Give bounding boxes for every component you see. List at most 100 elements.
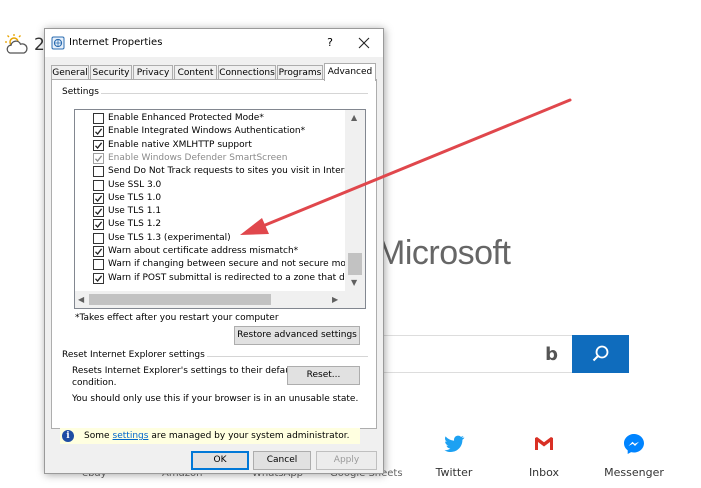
checkmark-icon [95, 248, 103, 255]
scroll-up-icon[interactable]: ▲ [351, 113, 357, 123]
group-divider [60, 93, 368, 94]
settings-list[interactable]: Enable Enhanced Protected Mode* Enable In… [74, 109, 366, 309]
scroll-down-icon[interactable]: ▼ [351, 278, 357, 288]
settings-group-label: Settings [60, 87, 101, 97]
scroll-right-icon[interactable]: ▶ [332, 295, 338, 305]
shortcut-inbox[interactable]: Inbox [509, 432, 579, 479]
settings-list-item[interactable]: Warn if POST submittal is redirected to … [93, 272, 345, 285]
checkbox-checked[interactable] [93, 152, 104, 164]
settings-item-label: Warn if POST submittal is redirected to … [108, 272, 345, 283]
shortcut-messenger[interactable]: Messenger [599, 432, 669, 479]
tab-connections[interactable]: Connections [218, 65, 276, 80]
settings-list-item[interactable]: Use TLS 1.3 (experimental) [93, 232, 231, 245]
tab-advanced[interactable]: Advanced [324, 63, 376, 81]
scroll-left-icon[interactable]: ◀ [78, 295, 84, 305]
settings-list-item[interactable]: Enable Windows Defender SmartScreen [93, 152, 287, 165]
close-icon[interactable] [351, 33, 377, 53]
settings-item-label: Warn if changing between secure and not … [108, 259, 345, 270]
checkbox-checked[interactable] [93, 139, 104, 151]
tab-security[interactable]: Security [90, 65, 132, 80]
internet-options-icon [51, 36, 65, 50]
reset-button[interactable]: Reset... [287, 366, 360, 385]
settings-list-item[interactable]: Use TLS 1.1 [93, 205, 161, 218]
settings-item-label: Use TLS 1.2 [108, 219, 162, 230]
settings-item-label: Enable native XMLHTTP support [108, 139, 252, 150]
dialog-title: Internet Properties [69, 37, 163, 48]
advanced-tab-panel: Settings Enable Enhanced Protected Mode*… [51, 79, 377, 444]
search-icon [592, 345, 608, 362]
checkbox-checked[interactable] [93, 246, 104, 257]
twitter-icon [444, 435, 465, 452]
settings-link[interactable]: settings [113, 431, 149, 441]
restart-note: *Takes effect after you restart your com… [75, 313, 279, 323]
settings-item-label: Enable Windows Defender SmartScreen [108, 152, 288, 163]
tab-general[interactable]: General [51, 65, 89, 80]
info-prefix: Some [84, 431, 110, 441]
checkbox-unchecked[interactable] [93, 232, 104, 244]
vertical-scroll-thumb[interactable] [348, 253, 362, 275]
checkmark-icon [95, 208, 103, 216]
settings-item-label: Send Do Not Track requests to sites you … [108, 166, 345, 177]
horizontal-scrollbar[interactable]: ◀ ▶ [75, 291, 345, 308]
checkbox-checked[interactable] [93, 192, 104, 204]
messenger-icon [624, 434, 644, 454]
checkbox-unchecked[interactable] [93, 179, 104, 191]
admin-info-bar: i Some settings are managed by your syst… [60, 428, 360, 444]
settings-item-label: Warn about certificate address mismatch* [108, 246, 299, 256]
settings-list-item[interactable]: Enable Enhanced Protected Mode* [93, 112, 264, 125]
settings-list-item[interactable]: Enable Integrated Windows Authentication… [93, 125, 305, 138]
info-suffix: are managed by your system administrator… [151, 431, 350, 441]
weather-widget[interactable]: 2 [4, 34, 45, 56]
settings-item-label: Use TLS 1.1 [108, 206, 162, 217]
help-button[interactable]: ? [320, 34, 340, 52]
microsoft-logo-text: Microsoft [377, 234, 511, 272]
cancel-button[interactable]: Cancel [253, 451, 311, 470]
reset-description: Resets Internet Explorer's settings to t… [72, 366, 297, 376]
checkmark-icon [95, 155, 103, 162]
vertical-scrollbar[interactable]: ▲ ▼ [345, 110, 365, 291]
shortcut-label: Inbox [528, 466, 560, 479]
checkmark-icon [95, 221, 103, 229]
settings-list-item[interactable]: Use TLS 1.0 [93, 192, 161, 205]
checkbox-checked[interactable] [93, 126, 104, 138]
settings-list-item[interactable]: Send Do Not Track requests to sites you … [93, 165, 345, 178]
title-bar[interactable]: Internet Properties ? [45, 29, 383, 57]
tab-programs[interactable]: Programs [277, 65, 323, 80]
scrollbar-corner [345, 291, 365, 308]
checkbox-checked[interactable] [93, 206, 104, 218]
shortcut-label: Messenger [604, 466, 664, 479]
reset-description-cont: condition. [72, 378, 117, 388]
settings-list-item[interactable]: Enable native XMLHTTP support [93, 139, 252, 152]
internet-properties-dialog: Internet Properties ? General Security P… [44, 28, 384, 474]
unusable-note: You should only use this if your browser… [72, 394, 359, 404]
partly-cloudy-icon [5, 34, 28, 54]
settings-list-item[interactable]: Warn about certificate address mismatch* [93, 245, 298, 258]
checkbox-unchecked[interactable] [93, 259, 104, 271]
bing-icon[interactable]: b [545, 344, 558, 365]
checkmark-icon [95, 274, 103, 282]
settings-item-label: Use TLS 1.0 [108, 192, 162, 203]
settings-item-label: Enable Enhanced Protected Mode* [108, 113, 264, 123]
info-icon: i [62, 430, 74, 442]
reset-group-label: Reset Internet Explorer settings [60, 350, 207, 360]
checkbox-unchecked[interactable] [93, 166, 104, 178]
checkmark-icon [95, 195, 103, 202]
tab-content[interactable]: Content [174, 65, 217, 80]
search-button[interactable] [572, 335, 629, 373]
checkbox-checked[interactable] [93, 272, 104, 284]
settings-item-label: Enable Integrated Windows Authentication… [108, 126, 306, 137]
checkbox-checked[interactable] [93, 219, 104, 231]
checkmark-icon [95, 141, 103, 149]
settings-list-item[interactable]: Use SSL 3.0 [93, 179, 161, 192]
apply-button[interactable]: Apply [316, 451, 377, 470]
settings-list-item[interactable]: Use TLS 1.2 [93, 218, 161, 231]
checkmark-icon [95, 128, 103, 136]
settings-item-label: Use TLS 1.3 (experimental) [108, 232, 231, 243]
checkbox-unchecked[interactable] [93, 113, 104, 124]
settings-list-item[interactable]: Warn if changing between secure and not … [93, 258, 345, 271]
tab-privacy[interactable]: Privacy [133, 65, 173, 80]
horizontal-scroll-thumb[interactable] [89, 294, 271, 305]
restore-advanced-settings-button[interactable]: Restore advanced settings [234, 326, 360, 345]
ok-button[interactable]: OK [191, 451, 249, 470]
shortcut-twitter[interactable]: Twitter [419, 432, 489, 479]
